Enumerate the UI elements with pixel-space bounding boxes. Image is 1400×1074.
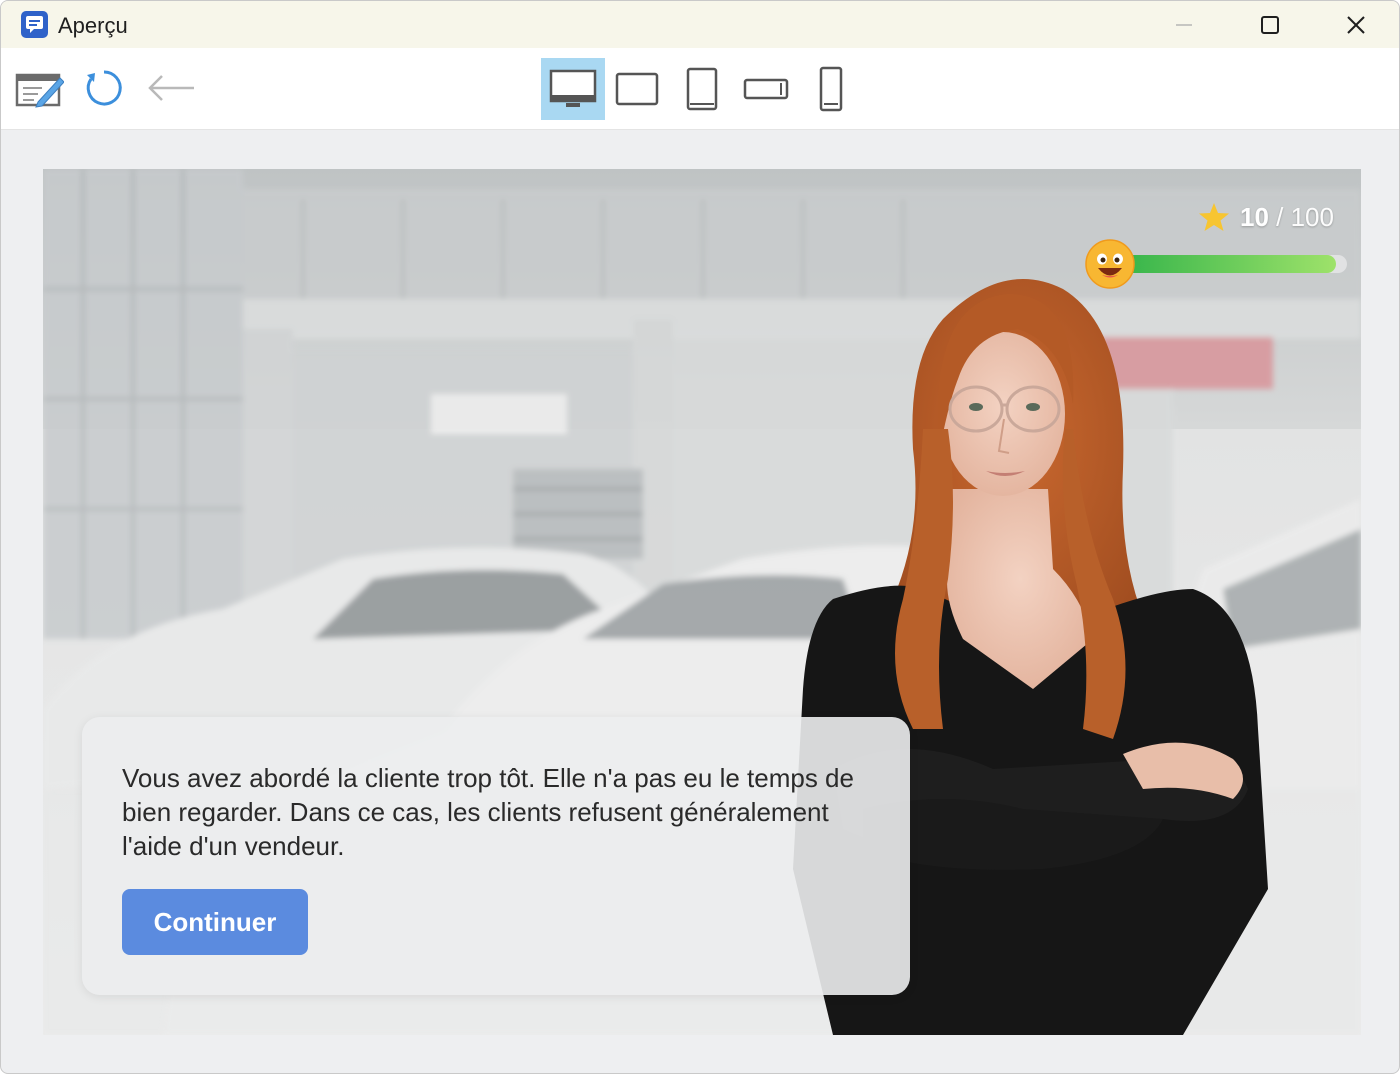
back-button[interactable]	[143, 66, 199, 110]
mood-progress-bar	[1119, 255, 1347, 273]
close-icon	[1347, 15, 1365, 34]
tablet-portrait-icon	[686, 67, 718, 111]
maximize-button[interactable]	[1235, 1, 1305, 48]
feedback-text: Vous avez abordé la cliente trop tôt. El…	[122, 763, 854, 861]
refresh-icon	[86, 70, 122, 106]
continue-button[interactable]: Continuer	[122, 889, 308, 955]
edit-icon	[15, 73, 64, 108]
device-phone-portrait-button[interactable]	[799, 58, 863, 120]
minimize-icon	[1176, 23, 1192, 26]
preview-toolbar	[1, 48, 1399, 130]
window-title: Aperçu	[58, 13, 128, 38]
maximize-icon	[1261, 15, 1279, 34]
score-display: 10 / 100	[1198, 197, 1334, 237]
mood-progress-fill	[1119, 255, 1336, 273]
scenario-stage: 10 / 100 Vous avez abordé la cliente tro…	[43, 169, 1361, 1035]
back-arrow-icon	[148, 75, 194, 101]
preview-window: Aperçu 10 / 100 Vous avez abordé la clie…	[0, 0, 1400, 1074]
star-icon	[1199, 203, 1229, 231]
desktop-monitor-icon	[549, 69, 597, 107]
score-max: 100	[1290, 201, 1334, 232]
device-phone-landscape-button[interactable]	[734, 58, 798, 120]
feedback-dialog: Vous avez abordé la cliente trop tôt. El…	[82, 717, 910, 995]
score-value: 10	[1240, 201, 1269, 232]
phone-landscape-icon	[743, 78, 789, 100]
device-tablet-portrait-button[interactable]	[670, 58, 734, 120]
close-button[interactable]	[1321, 1, 1391, 48]
chat-bubble-icon	[21, 11, 48, 38]
score-separator: /	[1268, 201, 1291, 232]
edit-button[interactable]	[13, 66, 65, 110]
device-tablet-landscape-button[interactable]	[605, 58, 669, 120]
device-desktop-button[interactable]	[541, 58, 605, 120]
tablet-landscape-icon	[615, 72, 659, 106]
happy-face-icon	[1085, 239, 1135, 289]
refresh-button[interactable]	[81, 66, 127, 110]
title-bar: Aperçu	[1, 1, 1399, 48]
phone-portrait-icon	[819, 66, 843, 112]
minimize-button[interactable]	[1149, 1, 1219, 48]
